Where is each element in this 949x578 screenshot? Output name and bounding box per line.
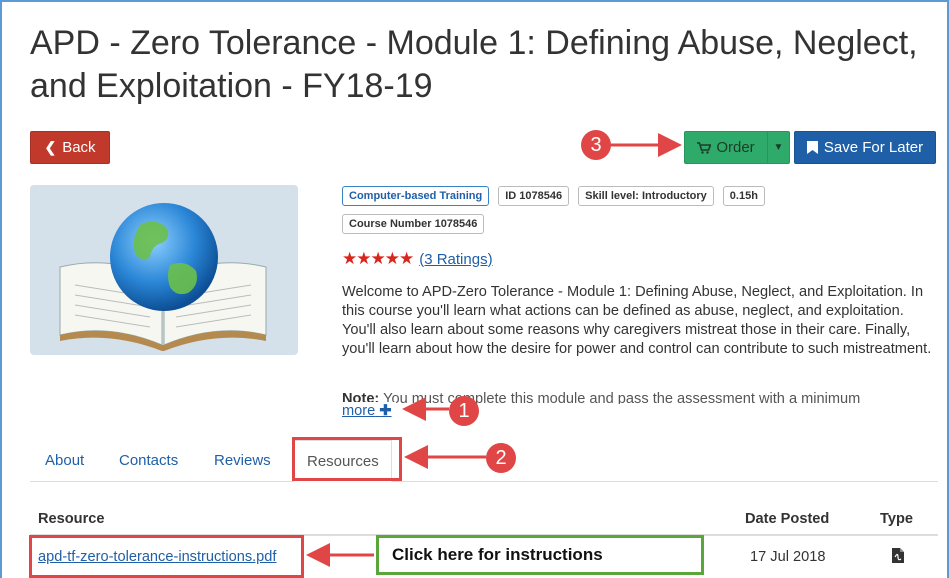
tab-reviews[interactable]: Reviews	[214, 452, 271, 469]
chevron-left-icon: ❮	[44, 139, 57, 155]
plus-icon: ✚	[379, 403, 392, 419]
course-note: Note: You must complete this module and …	[342, 390, 934, 404]
header-resource: Resource	[38, 511, 105, 527]
course-description: Welcome to APD-Zero Tolerance - Module 1…	[342, 284, 932, 357]
tag-duration: 0.15h	[722, 186, 765, 206]
caret-down-icon[interactable]: ▼	[767, 132, 789, 163]
tag-skill-level: Skill level: Introductory	[578, 186, 714, 206]
rating: ★★★★★ (3 Ratings)	[342, 249, 493, 269]
save-for-later-button[interactable]: Save For Later	[794, 131, 936, 164]
more-label: more	[342, 403, 376, 419]
course-tags: Computer-based Training ID 1078546 Skill…	[342, 186, 822, 234]
page-title: APD - Zero Tolerance - Module 1: Definin…	[30, 24, 918, 105]
back-button-label: Back	[62, 139, 96, 156]
header-type: Type	[880, 511, 913, 527]
tag-type: Computer-based Training	[342, 186, 490, 206]
resource-date: 17 Jul 2018	[750, 549, 826, 565]
tag-id: ID 1078546	[498, 186, 570, 206]
globe-book-icon	[59, 203, 267, 351]
annotation-badge-2: 2	[486, 443, 516, 473]
bookmark-icon	[806, 141, 818, 154]
course-thumbnail	[30, 185, 298, 355]
tab-contacts[interactable]: Contacts	[119, 452, 178, 469]
order-button[interactable]: Order ▼	[684, 131, 790, 164]
shopping-cart-icon	[697, 141, 712, 154]
file-link-highlight	[29, 535, 304, 578]
annotation-badge-3: 3	[581, 130, 611, 160]
back-button[interactable]: ❮ Back	[30, 131, 110, 164]
tab-bar: About Contacts Reviews Resources	[30, 440, 938, 482]
instructions-callout: Click here for instructions	[376, 535, 704, 575]
ratings-link[interactable]: (3 Ratings)	[419, 251, 492, 268]
annotation-badge-1: 1	[449, 396, 479, 426]
resources-tab-highlight	[292, 437, 402, 481]
more-link[interactable]: more ✚	[342, 402, 396, 419]
star-rating-icons: ★★★★★	[342, 249, 414, 268]
header-date-posted: Date Posted	[745, 511, 830, 527]
tab-about[interactable]: About	[45, 452, 84, 469]
order-button-label: Order	[716, 139, 755, 156]
resources-table-header: Resource Date Posted Type	[30, 508, 938, 536]
order-button-main[interactable]: Order	[685, 132, 767, 163]
pdf-file-icon[interactable]	[892, 548, 904, 567]
save-for-later-label: Save For Later	[823, 139, 924, 156]
tag-course-number: Course Number 1078546	[342, 214, 485, 234]
